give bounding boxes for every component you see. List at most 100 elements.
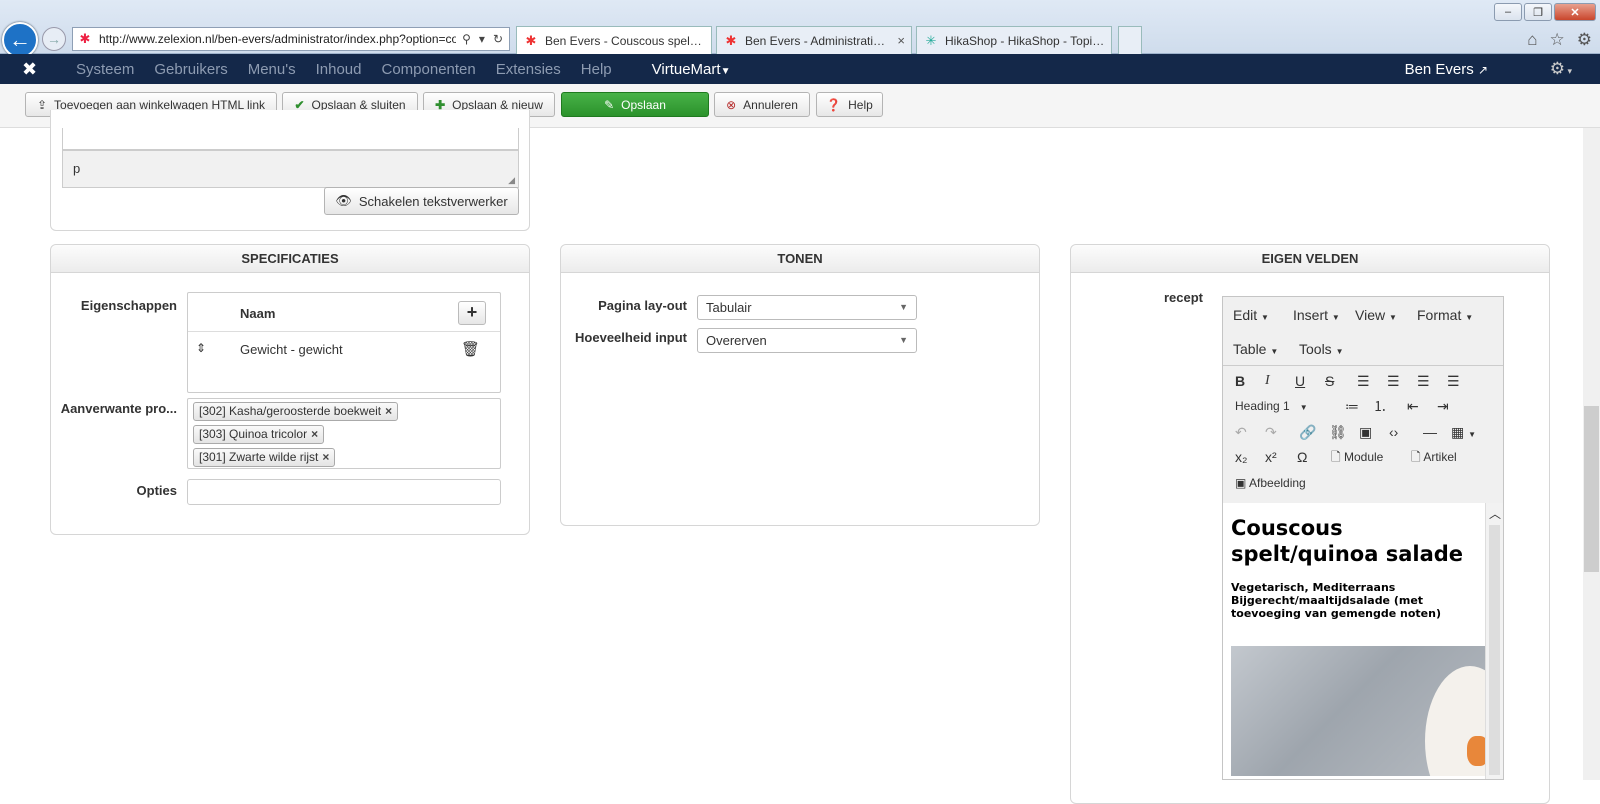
indent-icon[interactable]: ⇥	[1437, 398, 1449, 414]
opties-input[interactable]	[187, 479, 501, 505]
page-scroll-thumb[interactable]	[1584, 406, 1599, 572]
related-products-input[interactable]: [302] Kasha/geroosterde boekweit × [303] …	[187, 398, 501, 469]
menu-tools[interactable]: Tools ▼	[1299, 341, 1344, 357]
bullet-list-icon[interactable]: ≔	[1345, 398, 1359, 414]
quantity-select[interactable]: Overerven ▼	[697, 328, 917, 353]
external-link-icon: ↗	[1477, 62, 1488, 77]
strikethrough-icon[interactable]: S	[1325, 373, 1334, 389]
caret-down-icon: ▼	[1331, 313, 1340, 322]
help-button[interactable]: ❓ Help	[816, 92, 883, 117]
joomla-logo-icon[interactable]: ✖	[22, 59, 56, 80]
menu-table[interactable]: Table ▼	[1233, 341, 1278, 357]
question-icon: ❓	[826, 97, 842, 112]
favorites-star-icon[interactable]: ☆	[1550, 30, 1565, 50]
numbered-list-icon[interactable]: ⒈	[1373, 398, 1387, 414]
menu-help[interactable]: Help	[581, 61, 612, 78]
restore-button[interactable]: ❐	[1524, 3, 1552, 21]
recept-editor: Edit ▼ Insert ▼ View ▼ Format ▼ Table ▼ …	[1222, 296, 1504, 780]
home-icon[interactable]: ⌂	[1527, 30, 1537, 50]
menu-systeem[interactable]: Systeem	[76, 61, 134, 78]
heading-select[interactable]: Heading 1 ▼	[1235, 398, 1308, 416]
trash-icon[interactable]: 🗑	[461, 340, 480, 358]
browser-tab-couscous[interactable]: ✱ Ben Evers - Couscous spelt / q...	[516, 26, 712, 54]
cancel-circle-icon: ⊗	[726, 97, 737, 112]
artikel-button[interactable]: 🗋 Artikel	[1411, 449, 1457, 465]
resize-handle-icon[interactable]: ◢	[508, 175, 515, 186]
browser-tab-hikashop[interactable]: ✳ HikaShop - HikaShop - Topic: ...	[916, 26, 1112, 54]
align-center-icon[interactable]: ☰	[1387, 373, 1400, 389]
menu-view[interactable]: View ▼	[1355, 307, 1397, 323]
editor-content[interactable]: Couscous spelt/quinoa salade Vegetarisch…	[1223, 503, 1485, 779]
plus-icon: +	[466, 302, 478, 322]
eigenschappen-label: Eigenschappen	[80, 298, 177, 313]
layout-select[interactable]: Tabulair ▼	[697, 295, 917, 320]
remove-tag-icon[interactable]: ×	[311, 427, 318, 441]
redo-icon[interactable]: ↷	[1265, 424, 1277, 440]
user-link[interactable]: Ben Evers ↗	[1405, 61, 1488, 78]
align-left-icon[interactable]: ☰	[1357, 373, 1370, 389]
refresh-icon[interactable]: ↻	[493, 32, 503, 46]
menu-componenten[interactable]: Componenten	[382, 61, 476, 78]
minimize-button[interactable]: ‒	[1494, 3, 1522, 21]
recipe-subtitle: Vegetarisch, Mediterraans Bijgerecht/maa…	[1231, 581, 1441, 620]
unlink-icon[interactable]: ⛓	[1329, 424, 1347, 440]
address-url[interactable]: http://www.zelexion.nl/ben-evers/adminis…	[99, 32, 456, 46]
dropdown-icon[interactable]: ▾	[479, 32, 485, 46]
save-button[interactable]: ✎ Opslaan	[561, 92, 709, 117]
cancel-button[interactable]: ⊗ Annuleren	[714, 92, 810, 117]
remove-tag-icon[interactable]: ×	[322, 450, 329, 464]
align-justify-icon[interactable]: ☰	[1447, 373, 1460, 389]
toggle-editor-button[interactable]: 👁 Schakelen tekstverwerker	[324, 187, 519, 215]
menu-format[interactable]: Format ▼	[1417, 307, 1473, 323]
subscript-icon[interactable]: x₂	[1235, 449, 1247, 465]
add-property-button[interactable]: +	[458, 301, 486, 325]
remove-tag-icon[interactable]: ×	[385, 404, 392, 418]
bold-icon[interactable]: B	[1235, 373, 1245, 389]
code-icon[interactable]: ‹›	[1389, 424, 1398, 440]
properties-header: Naam +	[188, 293, 500, 332]
address-bar[interactable]: ✱ http://www.zelexion.nl/ben-evers/admin…	[72, 27, 510, 51]
editor-scroll-thumb[interactable]	[1489, 525, 1500, 775]
menu-insert[interactable]: Insert ▼	[1293, 307, 1340, 323]
menu-menus[interactable]: Menu's	[248, 61, 296, 78]
menu-edit[interactable]: Edit ▼	[1233, 307, 1269, 323]
search-icon[interactable]: ⚲	[462, 32, 471, 46]
superscript-icon[interactable]: x²	[1265, 449, 1277, 465]
chevron-up-icon[interactable]: ︿	[1489, 505, 1501, 522]
window-controls: ‒ ❐ ✕	[1494, 3, 1596, 21]
afbeelding-button[interactable]: ▣ Afbeelding	[1235, 475, 1306, 491]
edit-icon: ✎	[604, 97, 615, 112]
module-button[interactable]: 🗋 Module	[1331, 449, 1383, 465]
editor-body-remnant[interactable]	[62, 128, 519, 150]
link-icon[interactable]: 🔗	[1299, 424, 1316, 440]
image-icon[interactable]: ▣	[1359, 424, 1372, 440]
caret-down-icon: ▼	[720, 65, 731, 77]
new-tab-button[interactable]	[1118, 26, 1142, 54]
italic-icon[interactable]: I	[1265, 373, 1270, 389]
close-tab-icon[interactable]: ×	[897, 33, 905, 48]
close-window-button[interactable]: ✕	[1554, 3, 1596, 21]
related-tag: [303] Quinoa tricolor ×	[193, 425, 325, 444]
horizontal-rule-icon[interactable]: —	[1423, 424, 1437, 440]
drag-handle-icon[interactable]: ⇕	[196, 341, 206, 355]
settings-gear-icon[interactable]: ⚙ ▾	[1550, 59, 1572, 79]
outdent-icon[interactable]: ⇤	[1407, 398, 1419, 414]
browser-tab-administratie[interactable]: ✱ Ben Evers - Administratie - ... ×	[716, 26, 912, 54]
table-icon[interactable]: ▦ ▼	[1451, 424, 1476, 443]
menu-virtuemart[interactable]: VirtueMart▼	[652, 61, 731, 78]
menu-divider	[1223, 365, 1503, 366]
underline-icon[interactable]: U	[1295, 373, 1305, 389]
back-button[interactable]: ←	[2, 22, 38, 58]
forward-button[interactable]: →	[42, 27, 66, 51]
editor-scrollbar[interactable]: ︿	[1485, 503, 1503, 779]
editor-path: p	[73, 161, 81, 176]
align-right-icon[interactable]: ☰	[1417, 373, 1430, 389]
menu-gebruikers[interactable]: Gebruikers	[154, 61, 227, 78]
menu-extensies[interactable]: Extensies	[496, 61, 561, 78]
special-char-icon[interactable]: Ω	[1297, 449, 1307, 465]
undo-icon[interactable]: ↶	[1235, 424, 1247, 440]
layout-label: Pagina lay-out	[598, 298, 687, 313]
settings-gear-icon[interactable]: ⚙	[1577, 30, 1592, 50]
hikashop-favicon-icon: ✳	[925, 32, 937, 48]
menu-inhoud[interactable]: Inhoud	[316, 61, 362, 78]
